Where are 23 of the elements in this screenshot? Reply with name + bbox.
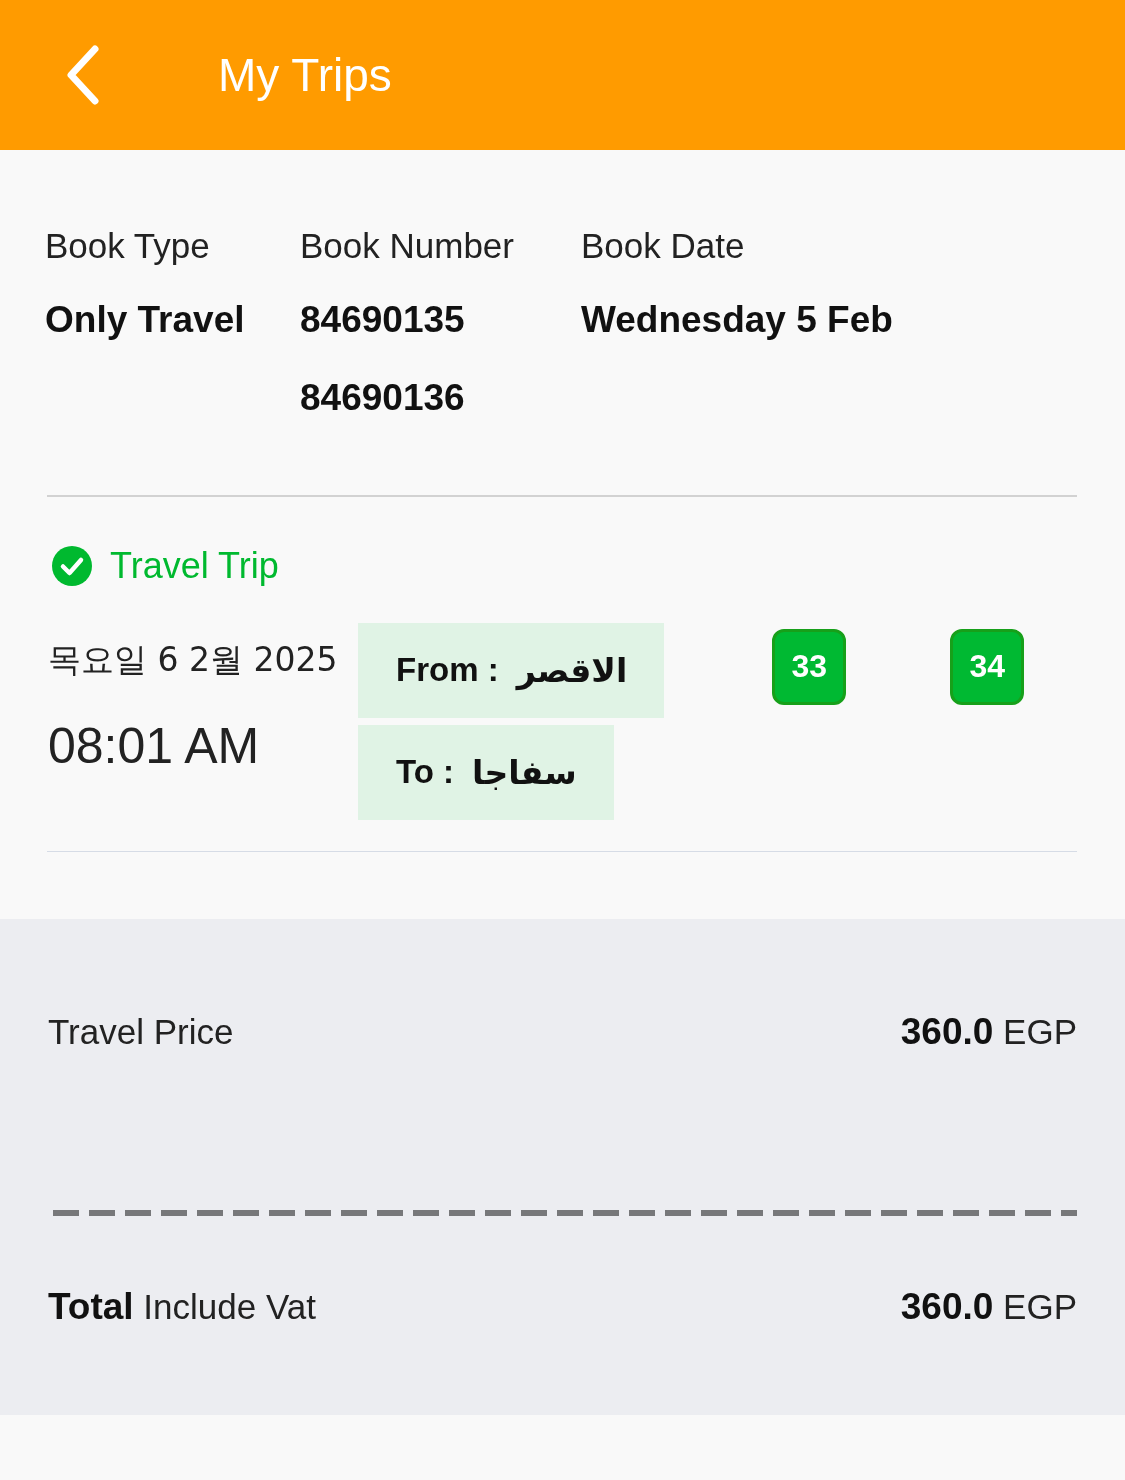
trip-date: 목요일 6 2월 2025 <box>48 638 339 681</box>
total-amount: 360.0 EGP <box>900 1286 1077 1328</box>
route-label: From : <box>396 651 499 689</box>
route-place: الاقصر <box>516 650 628 690</box>
price-amount: 360.0 EGP <box>900 1011 1077 1053</box>
route-label: To : <box>396 753 455 791</box>
trip-status: Travel Trip <box>110 543 279 588</box>
check-circle-icon <box>52 545 92 586</box>
field-label: Book Number <box>300 225 515 267</box>
field-value: 84690135 <box>300 298 466 342</box>
price-label: Travel Price <box>48 1012 234 1052</box>
chevron-left-icon <box>65 45 101 105</box>
field-value: Only Travel <box>45 298 246 342</box>
seat-number: 33 <box>772 628 847 705</box>
field-value: 84690136 <box>300 376 466 420</box>
field-label: Book Date <box>581 225 746 267</box>
total-label: Total Include Vat <box>48 1286 316 1328</box>
page-title: My Trips <box>218 48 392 103</box>
trip-time: 08:01 AM <box>48 716 261 776</box>
field-label: Book Type <box>45 225 211 267</box>
seat-number: 34 <box>950 628 1025 705</box>
route-place: سفاجا <box>472 752 577 792</box>
field-value: Wednesday 5 Feb <box>581 298 894 342</box>
